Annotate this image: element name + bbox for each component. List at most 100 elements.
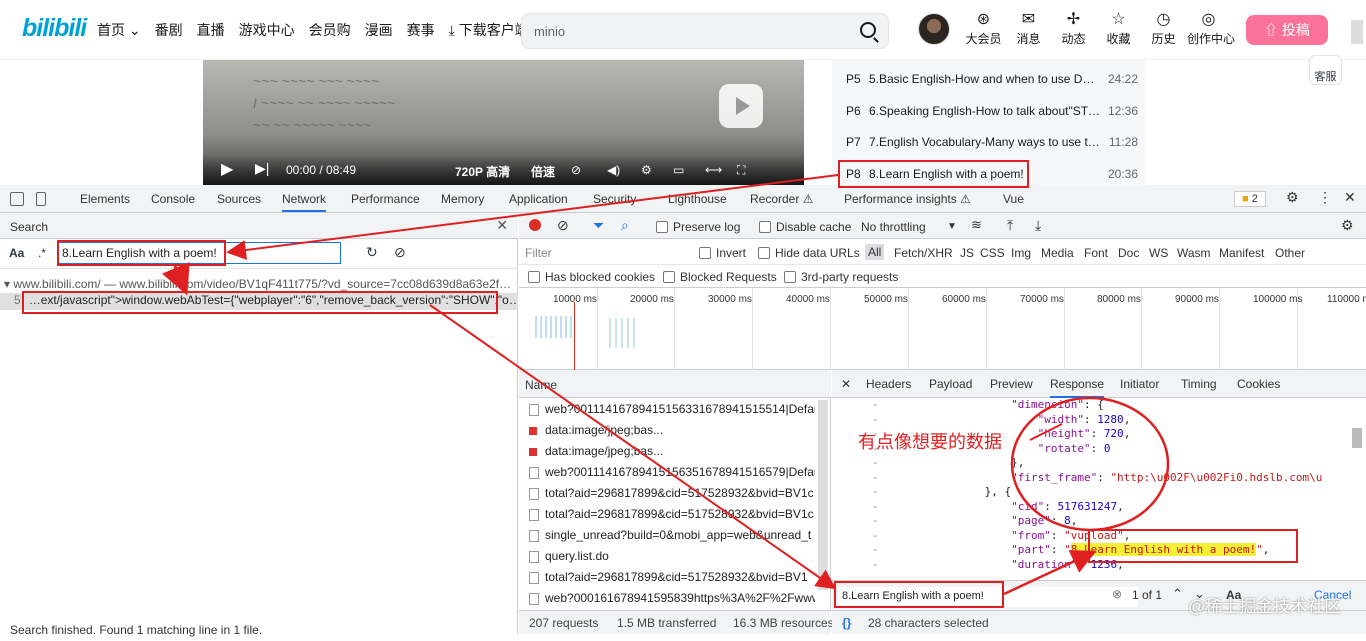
disable-cache-checkbox[interactable]: Disable cache <box>759 220 851 234</box>
episode-item[interactable]: P7 7.English Vocabulary-Many ways to use … <box>846 132 1138 152</box>
record-icon[interactable] <box>529 219 541 231</box>
search-result-file[interactable]: ▾ www.bilibili.com/ — www.bilibili.com/v… <box>4 277 511 291</box>
search-icon[interactable]: ⌕ <box>621 217 629 234</box>
next-icon[interactable]: ▶| <box>255 160 269 177</box>
episode-item[interactable]: P5 5.Basic English-How and when to use DO… <box>846 69 1138 89</box>
page-scrollbar[interactable] <box>1351 20 1363 44</box>
tab-sources[interactable]: Sources <box>217 192 261 206</box>
danmaku-off-icon[interactable]: ⊘ <box>571 163 581 177</box>
name-column-header[interactable]: Name <box>519 370 831 398</box>
tab-vue[interactable]: Vue <box>1003 192 1024 206</box>
quality-selector[interactable]: 720P 高清 <box>455 163 510 180</box>
request-row[interactable]: web?00111416789415156331678941515514|Def… <box>519 399 815 420</box>
filter-input[interactable]: Filter <box>525 246 552 260</box>
tab-application[interactable]: Application <box>509 192 568 206</box>
request-row[interactable]: total?aid=296817899&cid=517528932&bvid=B… <box>519 567 815 588</box>
request-row[interactable]: total?aid=296817899&cid=517528932&bvid=B… <box>519 483 815 504</box>
network-settings-icon[interactable]: ⚙ <box>1341 217 1354 234</box>
tab-elements[interactable]: Elements <box>80 192 130 206</box>
blocked-requests-checkbox[interactable]: Blocked Requests <box>663 270 777 284</box>
nav-bangumi[interactable]: 番剧 <box>155 20 183 40</box>
settings-icon[interactable]: ⚙ <box>641 163 652 177</box>
type-filter[interactable]: Font <box>1084 246 1108 260</box>
tab-console[interactable]: Console <box>151 192 195 206</box>
type-filter[interactable]: JS <box>960 246 974 260</box>
tab-performance-insights[interactable]: Performance insights ⚠ <box>844 192 971 206</box>
tab-performance[interactable]: Performance <box>351 192 420 206</box>
close-icon[interactable]: ✕ <box>496 217 508 234</box>
network-timeline[interactable]: 10000 ms 20000 ms 30000 ms 40000 ms 5000… <box>519 288 1366 370</box>
preserve-log-checkbox[interactable]: Preserve log <box>656 220 740 234</box>
request-row[interactable]: query.list.do <box>519 546 815 567</box>
scrollbar[interactable] <box>818 400 828 590</box>
type-filter[interactable]: Media <box>1041 246 1074 260</box>
site-search[interactable]: minio <box>521 13 889 49</box>
header-favorite[interactable]: ☆ 收藏 <box>1097 10 1140 47</box>
chevron-up-icon[interactable]: ⌃ <box>1172 586 1183 602</box>
nav-game[interactable]: 游戏中心 <box>239 20 295 40</box>
episode-item[interactable]: P6 6.Speaking English-How to talk about"S… <box>846 101 1138 121</box>
request-row[interactable]: web?00016167894159583​9https%3A%2F%2Fwww <box>519 588 815 609</box>
video-player[interactable]: ~~~ ~~~~ ~~~ ~~~~ I ~~~~ ~~ ~~~~ ~~~~~ ~~ … <box>203 60 804 185</box>
close-icon[interactable]: ✕ <box>841 377 851 391</box>
type-filter[interactable]: Wasm <box>1177 246 1211 260</box>
header-history[interactable]: ◷ 历史 <box>1142 10 1185 47</box>
tab-response[interactable]: Response <box>1050 377 1105 398</box>
upload-button[interactable]: ⇧ 投稿 <box>1246 15 1328 45</box>
nav-manga[interactable]: 漫画 <box>365 20 393 40</box>
filter-icon[interactable]: ⏷ <box>593 217 604 234</box>
nav-shop[interactable]: 会员购 <box>309 20 351 40</box>
gear-icon[interactable]: ⚙ <box>1286 189 1299 206</box>
request-row[interactable]: single_unread?build=0&mobi_app=web&unrea… <box>519 525 815 546</box>
wifi-icon[interactable]: ≋ <box>971 217 982 233</box>
braces-icon[interactable]: {} <box>842 616 851 630</box>
type-filter[interactable]: Img <box>1011 246 1031 260</box>
tab-payload[interactable]: Payload <box>929 377 972 391</box>
has-blocked-cookies-checkbox[interactable]: Has blocked cookies <box>528 270 655 284</box>
match-case-toggle[interactable]: Aa <box>9 246 24 260</box>
type-filter[interactable]: Manifest <box>1219 246 1264 260</box>
request-row[interactable]: total?aid=296817899&cid=517528932&bvid=B… <box>519 504 815 525</box>
type-filter[interactable]: Doc <box>1118 246 1139 260</box>
search-icon[interactable] <box>860 22 876 38</box>
tab-initiator[interactable]: Initiator <box>1120 377 1159 391</box>
fullscreen-icon[interactable]: ⛶ <box>737 163 745 178</box>
tab-cookies[interactable]: Cookies <box>1237 377 1280 391</box>
header-dynamic[interactable]: ✢ 动态 <box>1052 10 1095 47</box>
customer-service-button[interactable]: 客服 <box>1309 55 1342 85</box>
tab-memory[interactable]: Memory <box>441 192 484 206</box>
import-icon[interactable]: ⤒ <box>1007 217 1013 234</box>
type-filter-all[interactable]: All <box>865 244 885 260</box>
nav-download[interactable]: ⤓ 下载客户端 <box>449 20 529 40</box>
widescreen-icon[interactable]: ⟷ <box>705 163 722 177</box>
speed-selector[interactable]: 倍速 <box>531 163 555 180</box>
clear-search-icon[interactable]: ⊗ <box>1112 587 1122 601</box>
type-filter[interactable]: Other <box>1275 246 1305 260</box>
type-filter[interactable]: WS <box>1149 246 1168 260</box>
inspect-icon[interactable] <box>10 192 24 206</box>
close-icon[interactable]: ✕ <box>1344 189 1356 206</box>
tab-lighthouse[interactable]: Lighthouse <box>668 192 727 206</box>
invert-checkbox[interactable]: Invert <box>699 246 746 260</box>
request-row[interactable]: data:image/jpeg;bas... <box>519 420 815 441</box>
tab-security[interactable]: Security <box>593 192 636 206</box>
header-message[interactable]: ✉ 消息 <box>1007 10 1050 47</box>
bilibili-logo[interactable]: bilibili <box>22 14 87 43</box>
regex-toggle[interactable]: .* <box>38 246 46 260</box>
refresh-icon[interactable]: ↻ <box>366 244 378 261</box>
more-icon[interactable]: ⋮ <box>1318 189 1332 206</box>
nav-match[interactable]: 赛事 <box>407 20 435 40</box>
device-toggle-icon[interactable] <box>36 192 46 206</box>
type-filter[interactable]: Fetch/XHR <box>894 246 953 260</box>
avatar[interactable] <box>918 13 950 45</box>
search-input[interactable]: minio <box>534 24 565 39</box>
nav-live[interactable]: 直播 <box>197 20 225 40</box>
request-row[interactable]: web?00111416789415156351678941516579|Def… <box>519 462 815 483</box>
throttling-select[interactable]: No throttling <box>861 220 926 234</box>
tab-network[interactable]: Network <box>282 192 327 212</box>
clear-icon[interactable]: ⊘ <box>557 217 569 234</box>
clear-icon[interactable]: ⊘ <box>394 244 406 261</box>
pip-icon[interactable]: ▭ <box>673 163 684 177</box>
export-icon[interactable]: ⤓ <box>1035 217 1041 234</box>
header-vip[interactable]: ⊛ 大会员 <box>962 10 1005 47</box>
